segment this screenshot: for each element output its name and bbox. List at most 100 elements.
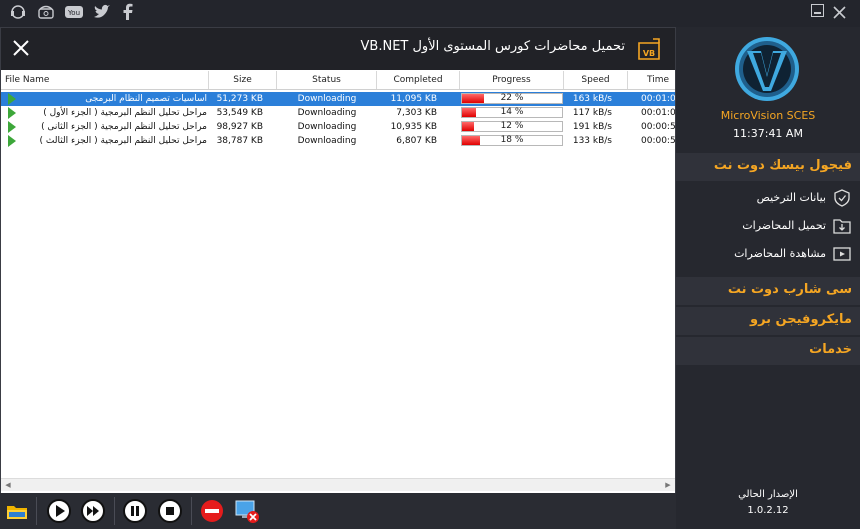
progress-label: 22 % [500, 93, 524, 103]
file-name-cell: مراحل تحليل النظم البرمجية ( الجزء الثان… [41, 122, 207, 132]
scroll-right-icon[interactable]: ▶ [663, 480, 673, 490]
progress-bar: 18 % [461, 135, 563, 146]
shield-check-icon [832, 188, 852, 208]
column-header-speed[interactable]: Speed [564, 71, 628, 89]
progress-label: 18 % [500, 135, 524, 145]
progress-bar: 12 % [461, 121, 563, 132]
horizontal-scrollbar[interactable]: ◀ ▶ [1, 478, 675, 491]
table-row[interactable]: اساسيات تصميم النظام البرمجى 51,273 KB Dow… [1, 92, 675, 106]
download-folder-icon [832, 216, 852, 236]
progress-bar: 22 % [461, 93, 563, 104]
completed-cell: 11,095 KB [390, 94, 437, 104]
speed-cell: 133 kB/s [572, 136, 612, 146]
sidebar-item-label: تحميل المحاضرات [742, 219, 826, 232]
toolbar-separator [114, 497, 115, 525]
sidebar-item-watch-lectures[interactable]: مشاهدة المحاضرات [676, 241, 860, 267]
sidebar-item-label: مشاهدة المحاضرات [734, 247, 826, 260]
dialog-header: تحميل محاضرات كورس المستوى الأول VB.NET … [1, 28, 675, 70]
time-cell: 00:01:0 [641, 94, 675, 104]
file-name-cell: اساسيات تصميم النظام البرمجى [85, 94, 207, 104]
time-cell: 00:01:0 [641, 108, 675, 118]
microvision-logo [733, 35, 801, 103]
status-cell: Downloading [297, 108, 357, 118]
toolbar-separator [191, 497, 192, 525]
column-header-time[interactable]: Time [628, 71, 675, 89]
column-header-progress[interactable]: Progress [460, 71, 564, 89]
file-name-cell: مراحل تحليل النظم البرمجية ( الجزء الثال… [39, 136, 208, 146]
section-microvision-pro[interactable]: مايكروفيجن برو [676, 307, 860, 335]
completed-cell: 7,303 KB [396, 108, 437, 118]
section-services[interactable]: خدمات [676, 337, 860, 365]
section-vbnet[interactable]: فيجول بيسك دوت نت [676, 153, 860, 181]
time-cell: 00:00:5 [641, 136, 675, 146]
size-cell: 53,549 KB [216, 108, 263, 118]
play-all-icon[interactable] [80, 498, 106, 524]
speed-cell: 163 kB/s [572, 94, 612, 104]
section-label: خدمات [809, 342, 852, 357]
status-cell: Downloading [297, 122, 357, 132]
clock: 11:37:41 AM [733, 127, 803, 140]
toolbar-separator [36, 497, 37, 525]
video-icon [832, 244, 852, 264]
column-header-status[interactable]: Status [277, 71, 377, 89]
progress-label: 12 % [500, 121, 524, 131]
youtube-icon[interactable]: You [63, 2, 85, 22]
vb-icon: VB [637, 37, 661, 61]
phone-icon[interactable] [35, 2, 57, 22]
support-icon[interactable] [7, 2, 29, 22]
status-cell: Downloading [297, 136, 357, 146]
twitter-icon[interactable] [91, 2, 113, 22]
sidebar-item-download-lectures[interactable]: تحميل المحاضرات [676, 213, 860, 239]
dialog-title: تحميل محاضرات كورس المستوى الأول VB.NET [360, 39, 625, 54]
sidebar: MicroVision SCES 11:37:41 AM فيجول بيسك … [676, 27, 860, 529]
size-cell: 51,273 KB [216, 94, 263, 104]
size-cell: 38,787 KB [216, 136, 263, 146]
time-cell: 00:00:5 [641, 122, 675, 132]
top-bar: You [0, 0, 860, 27]
brand-name: MicroVision SCES [720, 109, 816, 122]
stop-icon[interactable] [157, 498, 183, 524]
version-label: الإصدار الحالي [738, 489, 798, 500]
facebook-icon[interactable] [117, 2, 139, 22]
play-icon[interactable] [46, 498, 72, 524]
play-status-icon [8, 107, 16, 119]
file-name-cell: مراحل تحليل النظم البرمجية ( الجزء الأول… [43, 108, 207, 118]
minimize-button[interactable] [811, 4, 824, 17]
svg-text:You: You [67, 9, 80, 17]
column-header-size[interactable]: Size [209, 71, 277, 89]
progress-bar: 14 % [461, 107, 563, 118]
sidebar-item-license[interactable]: بيانات الترخيص [676, 185, 860, 211]
section-label: مايكروفيجن برو [749, 312, 852, 327]
table-row[interactable]: مراحل تحليل النظم البرمجية ( الجزء الأول… [1, 106, 675, 120]
speed-cell: 191 kB/s [572, 122, 612, 132]
play-status-icon [8, 93, 16, 105]
play-status-icon [8, 121, 16, 133]
table-row[interactable]: مراحل تحليل النظم البرمجية ( الجزء الثان… [1, 120, 675, 134]
pause-icon[interactable] [122, 498, 148, 524]
close-icon[interactable] [11, 38, 31, 58]
status-cell: Downloading [297, 94, 357, 104]
size-cell: 98,927 KB [216, 122, 263, 132]
completed-cell: 10,935 KB [390, 122, 437, 132]
sidebar-item-label: بيانات الترخيص [756, 191, 826, 204]
folder-icon[interactable] [4, 498, 30, 524]
play-status-icon [8, 135, 16, 147]
section-label: فيجول بيسك دوت نت [713, 158, 852, 173]
table-header: File Name Size Status Completed Progress… [1, 71, 675, 90]
table-row[interactable]: مراحل تحليل النظم البرمجية ( الجزء الثال… [1, 134, 675, 148]
completed-cell: 6,807 KB [396, 136, 437, 146]
progress-label: 14 % [500, 107, 524, 117]
scroll-left-icon[interactable]: ◀ [3, 480, 13, 490]
svg-text:VB: VB [643, 49, 655, 58]
column-header-file-name[interactable]: File Name [1, 71, 209, 89]
section-label: سى شارب دوت نت [727, 282, 852, 297]
bottom-toolbar [0, 493, 676, 529]
version-number: 1.0.2.12 [747, 505, 789, 516]
column-header-completed[interactable]: Completed [377, 71, 460, 89]
speed-cell: 117 kB/s [572, 108, 612, 118]
cancel-icon[interactable] [199, 498, 225, 524]
section-csharp[interactable]: سى شارب دوت نت [676, 277, 860, 305]
download-dialog: تحميل محاضرات كورس المستوى الأول VB.NET … [0, 27, 676, 529]
disconnect-icon[interactable] [234, 498, 260, 524]
close-window-button[interactable] [833, 4, 846, 19]
